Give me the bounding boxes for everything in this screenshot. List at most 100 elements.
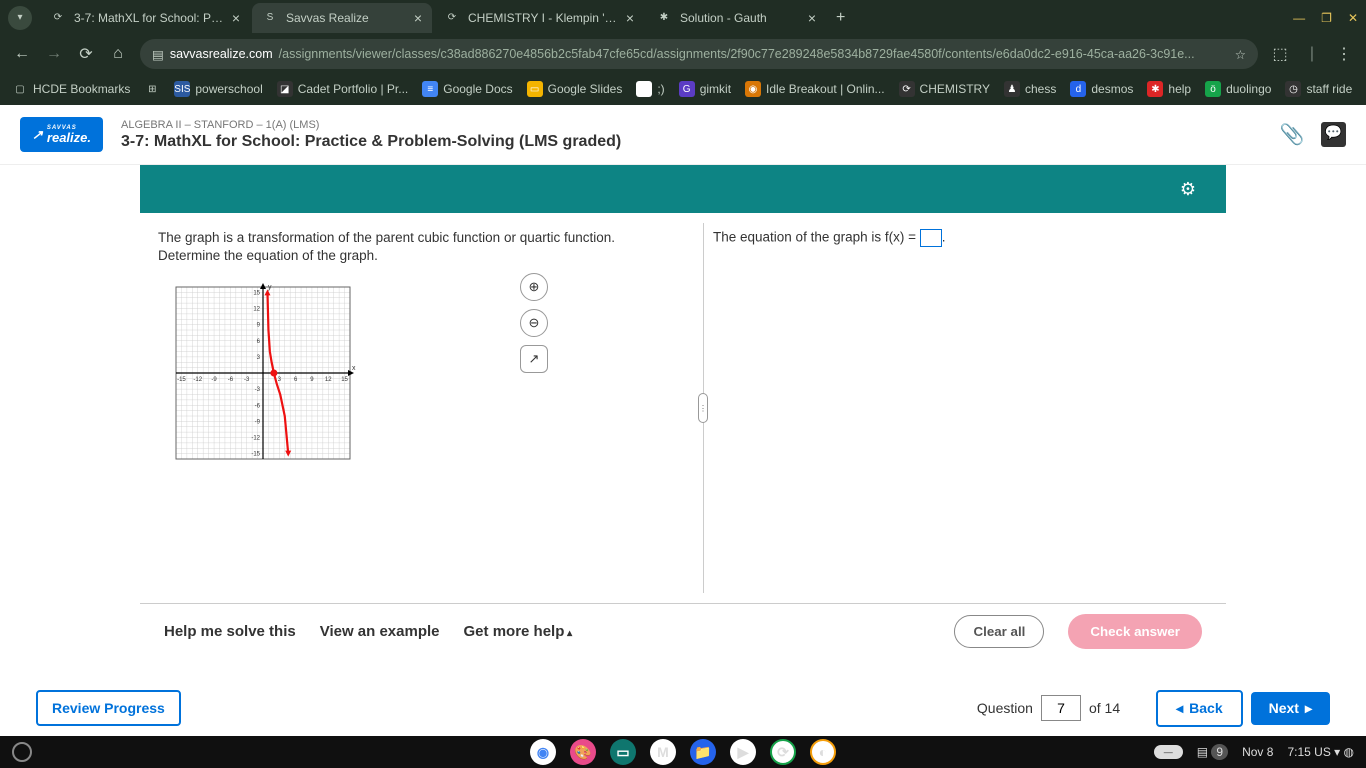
check-answer-button[interactable]: Check answer xyxy=(1068,614,1202,649)
site-info-icon[interactable]: ▤ xyxy=(152,47,164,62)
browser-tab-1[interactable]: SSavvas Realize× xyxy=(252,3,432,33)
next-question-button[interactable]: Next ▸ xyxy=(1251,692,1330,725)
get-more-help-dropdown[interactable]: Get more help xyxy=(464,623,573,640)
bookmark-item-12[interactable]: ✱help xyxy=(1147,81,1191,97)
popout-icon[interactable]: ↗ xyxy=(520,345,548,373)
close-icon[interactable]: × xyxy=(232,10,240,26)
files-app-icon[interactable]: 📁 xyxy=(690,739,716,765)
clear-all-button[interactable]: Clear all xyxy=(954,615,1044,648)
window-controls: — ❐ ✕ xyxy=(1293,11,1358,25)
comment-icon[interactable]: 💬 xyxy=(1321,122,1346,147)
taskbar-apps: ◉ 🎨 ▭ M 📁 ▶ ⟳ ◐ xyxy=(530,739,836,765)
close-window-icon[interactable]: ✕ xyxy=(1348,11,1358,25)
zoom-out-icon[interactable]: ⊖ xyxy=(520,309,548,337)
launcher-icon[interactable] xyxy=(12,742,32,762)
bookmark-item-5[interactable]: ▭Google Slides xyxy=(527,81,623,97)
drag-handle[interactable]: ⋮ xyxy=(698,393,708,423)
bookmark-item-1[interactable]: ⊞ xyxy=(144,81,160,97)
svg-text:3: 3 xyxy=(278,377,282,383)
tab-favicon: ⟳ xyxy=(444,10,460,26)
home-button[interactable]: ⌂ xyxy=(108,44,128,64)
browser-tab-0[interactable]: ⟳ 3-7: MathXL for School: Practic × xyxy=(40,3,250,33)
extensions-icon[interactable]: ⬚ xyxy=(1270,44,1290,64)
view-example-link[interactable]: View an example xyxy=(320,623,440,640)
help-solve-link[interactable]: Help me solve this xyxy=(164,623,296,640)
bookmark-bar: ▢HCDE Bookmarks ⊞ SISpowerschool ◪Cadet Por… xyxy=(0,73,1366,105)
back-button[interactable]: ← xyxy=(12,44,32,64)
bookmark-item-3[interactable]: ◪Cadet Portfolio | Pr... xyxy=(277,81,409,97)
minimize-icon[interactable]: — xyxy=(1293,11,1305,25)
tab-title: Savvas Realize xyxy=(286,11,406,25)
close-icon[interactable]: × xyxy=(414,10,422,26)
tab-title: 3-7: MathXL for School: Practic xyxy=(74,11,224,25)
app-icon-2[interactable]: 🎨 xyxy=(570,739,596,765)
answer-input[interactable] xyxy=(920,229,942,247)
gear-icon[interactable]: ⚙ xyxy=(1180,179,1196,200)
url-path: /assignments/viewer/classes/c38ad886270e… xyxy=(279,47,1195,61)
svg-text:-6: -6 xyxy=(255,404,261,410)
tab-search-dropdown[interactable]: ▾ xyxy=(8,6,32,30)
tab-favicon: ✱ xyxy=(656,10,672,26)
review-progress-button[interactable]: Review Progress xyxy=(36,690,181,726)
forward-button[interactable]: → xyxy=(44,44,64,64)
tab-title: Solution - Gauth xyxy=(680,11,800,25)
graph[interactable]: -15-12-9-6-33691215-15-12-9-6-33691215yx xyxy=(158,279,358,467)
svg-text:-3: -3 xyxy=(244,377,250,383)
reload-button[interactable]: ⟳ xyxy=(76,44,96,64)
question-number-input[interactable] xyxy=(1041,695,1081,721)
bookmark-item-2[interactable]: SISpowerschool xyxy=(174,81,262,97)
svg-text:3: 3 xyxy=(257,355,261,361)
zoom-in-icon[interactable]: ⊕ xyxy=(520,273,548,301)
bookmark-item-6[interactable]: G;) xyxy=(636,81,664,97)
problem-text: The graph is a transformation of the par… xyxy=(158,229,677,265)
tray-time[interactable]: 7:15 US ▾ ◍ xyxy=(1287,745,1354,759)
play-app-icon[interactable]: ▶ xyxy=(730,739,756,765)
tray-date[interactable]: Nov 8 xyxy=(1242,745,1273,759)
app-icon-7[interactable]: ⟳ xyxy=(770,739,796,765)
svg-text:9: 9 xyxy=(257,323,261,329)
graph-tools: ⊕ ⊖ ↗ xyxy=(520,273,548,373)
svg-text:-9: -9 xyxy=(255,420,261,426)
realize-logo[interactable]: ↗ SAVVAS realize. xyxy=(20,117,103,152)
tray-badge[interactable]: ▤ 9 xyxy=(1197,745,1228,759)
bookmark-item-10[interactable]: ♟chess xyxy=(1004,81,1056,97)
svg-text:-3: -3 xyxy=(255,388,261,394)
app-icon-3[interactable]: ▭ xyxy=(610,739,636,765)
problem-left-panel: The graph is a transformation of the par… xyxy=(140,213,695,603)
bookmark-item-8[interactable]: ◉Idle Breakout | Onlin... xyxy=(745,81,885,97)
close-icon[interactable]: × xyxy=(626,10,634,26)
back-question-button[interactable]: ◂ Back xyxy=(1156,690,1243,727)
address-bar-row: ← → ⟳ ⌂ ▤ savvasrealize.com/assignments/… xyxy=(0,35,1366,73)
svg-text:9: 9 xyxy=(310,377,314,383)
svg-text:15: 15 xyxy=(253,291,260,297)
browser-menu-icon[interactable]: ⋮ xyxy=(1334,44,1354,64)
svg-text:-6: -6 xyxy=(228,377,234,383)
assignment-toolbar: ⚙ xyxy=(140,165,1226,213)
new-tab-button[interactable]: + xyxy=(836,9,845,27)
bookmark-item-11[interactable]: ddesmos xyxy=(1070,81,1133,97)
os-taskbar: ◉ 🎨 ▭ M 📁 ▶ ⟳ ◐ — ▤ 9 Nov 8 7:15 US ▾ ◍ xyxy=(0,736,1366,768)
bookmark-item-9[interactable]: ⟳CHEMISTRY xyxy=(899,81,990,97)
bookmark-item-7[interactable]: Ggimkit xyxy=(679,81,731,97)
bookmark-item-0[interactable]: ▢HCDE Bookmarks xyxy=(12,81,130,97)
browser-tab-2[interactable]: ⟳CHEMISTRY I - Klempin '24-'25× xyxy=(434,3,644,33)
bookmark-item-4[interactable]: ≡Google Docs xyxy=(422,81,512,97)
attachment-icon[interactable]: 📎 xyxy=(1280,122,1305,147)
star-bookmark-icon[interactable]: ☆ xyxy=(1235,47,1246,62)
external-link-icon: ↗ xyxy=(32,127,43,143)
tray-pill-icon[interactable]: — xyxy=(1154,745,1183,759)
browser-tab-3[interactable]: ✱ Solution - Gauth × xyxy=(646,3,826,33)
course-info: ALGEBRA II – STANFORD – 1(A) (LMS) 3-7: … xyxy=(121,119,1280,151)
restore-icon[interactable]: ❐ xyxy=(1321,11,1332,25)
gmail-app-icon[interactable]: M xyxy=(650,739,676,765)
bookmark-item-13[interactable]: öduolingo xyxy=(1205,81,1271,97)
question-total: of 14 xyxy=(1089,700,1120,716)
tab-favicon: ⟳ xyxy=(50,10,66,26)
url-bar[interactable]: ▤ savvasrealize.com/assignments/viewer/c… xyxy=(140,39,1258,69)
svg-text:12: 12 xyxy=(253,307,260,313)
chrome-app-icon[interactable]: ◉ xyxy=(530,739,556,765)
footer-nav: Review Progress Question of 14 ◂ Back Ne… xyxy=(0,680,1366,736)
bookmark-item-14[interactable]: ◷staff ride xyxy=(1285,81,1352,97)
close-icon[interactable]: × xyxy=(808,10,816,26)
app-icon-8[interactable]: ◐ xyxy=(810,739,836,765)
